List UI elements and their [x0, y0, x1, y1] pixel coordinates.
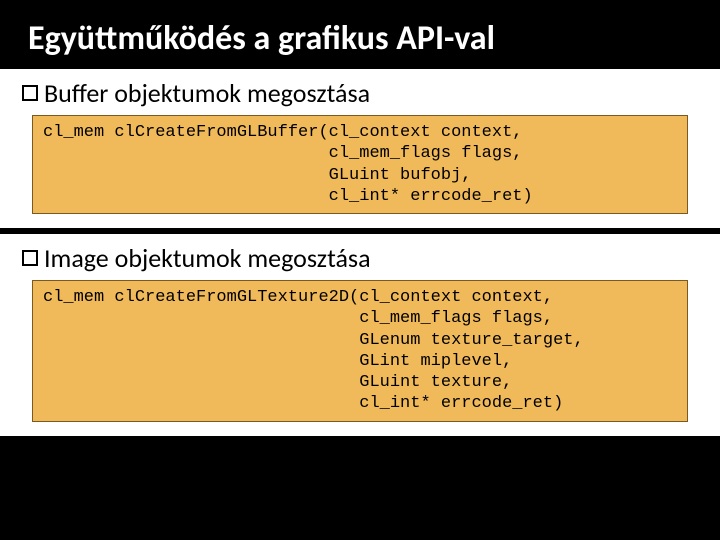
title-band: Együttműködés a grafikus API-val	[0, 0, 720, 69]
slide: Együttműködés a grafikus API-val Buffer …	[0, 0, 720, 540]
code-block-buffer: cl_mem clCreateFromGLBuffer(cl_context c…	[32, 115, 688, 214]
section-heading-image: Image objektumok megosztása	[0, 236, 720, 278]
section-heading-buffer: Buffer objektumok megosztása	[0, 71, 720, 113]
section-buffer: Buffer objektumok megosztása cl_mem clCr…	[0, 69, 720, 228]
heading-text: Buffer objektumok megosztása	[44, 77, 370, 109]
bullet-square-icon	[22, 250, 38, 266]
heading-text: Image objektumok megosztása	[44, 242, 371, 274]
code-block-image: cl_mem clCreateFromGLTexture2D(cl_contex…	[32, 280, 688, 422]
bullet-square-icon	[22, 85, 38, 101]
section-image: Image objektumok megosztása cl_mem clCre…	[0, 234, 720, 436]
slide-title: Együttműködés a grafikus API-val	[28, 18, 692, 59]
